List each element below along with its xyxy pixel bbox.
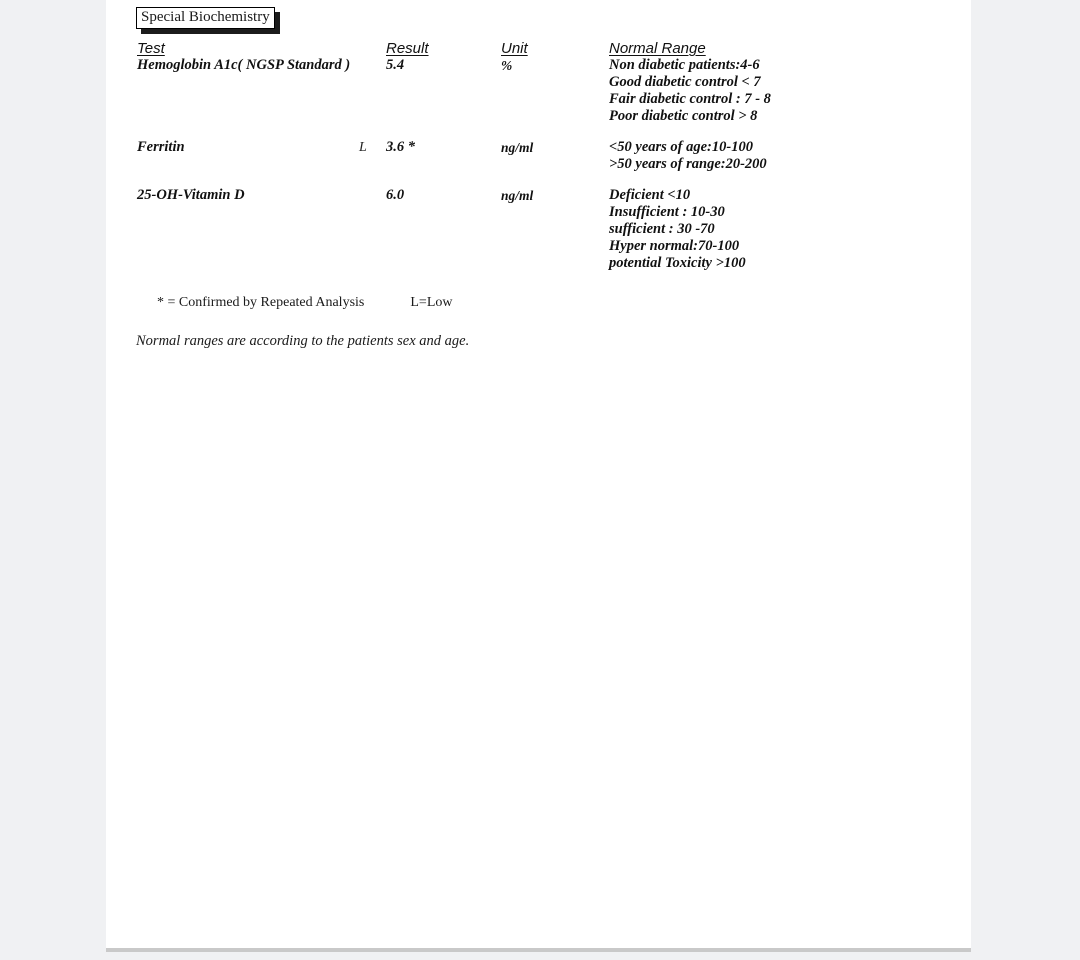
cell-result-value: 6.0	[386, 187, 405, 203]
cell-normal-range: Non diabetic patients:4-6 Good diabetic c…	[609, 57, 937, 125]
normal-range-line: Non diabetic patients:4-6	[609, 57, 760, 73]
cell-abnormal-flag	[359, 187, 386, 272]
cell-test-name: Hemoglobin A1c( NGSP Standard )	[137, 57, 351, 73]
row-spacer-cell	[137, 173, 937, 187]
footnote-asterisk-legend: * = Confirmed by Repeated Analysis	[157, 295, 365, 310]
table-row: 25-OH-Vitamin D 6.0 ng/ml Deficient <10 Insu…	[137, 187, 937, 272]
footnote-range-note: Normal ranges are according to the patie…	[136, 333, 470, 349]
column-header-test: Test	[137, 40, 165, 57]
section-title-container: Special Biochemistry	[136, 7, 280, 35]
column-header-normal-range: Normal Range	[609, 40, 706, 57]
footnote-low-legend: L=Low	[410, 295, 453, 310]
table-body: Hemoglobin A1c( NGSP Standard ) 5.4% Non d…	[137, 57, 937, 272]
cell-result-value: 5.4	[386, 57, 405, 73]
normal-range-line: Insufficient : 10-30	[609, 204, 725, 220]
cell-test-name: Ferritin	[137, 139, 185, 155]
cell-unit: %	[501, 58, 513, 73]
footnote-legend-line: * = Confirmed by Repeated Analysis L=Low	[136, 274, 469, 331]
report-page: Special Biochemistry Test Result Unit No…	[106, 0, 971, 952]
normal-range-line: sufficient : 30 -70	[609, 221, 715, 237]
normal-range-line: >50 years of range:20-200	[609, 156, 767, 172]
cell-result-value: 3.6 *	[386, 139, 415, 155]
normal-range-line: potential Toxicity >100	[609, 255, 746, 271]
cell-abnormal-flag	[359, 57, 386, 125]
cell-unit: ng/ml	[501, 140, 534, 155]
normal-range-line: Good diabetic control < 7	[609, 74, 761, 90]
normal-range-line: Fair diabetic control : 7 - 8	[609, 91, 771, 107]
row-spacer-cell	[137, 125, 937, 139]
section-title: Special Biochemistry	[136, 7, 275, 30]
normal-range-line: <50 years of age:10-100	[609, 139, 753, 155]
column-header-result: Result	[386, 40, 429, 57]
cell-normal-range: Deficient <10 Insufficient : 10-30 suffici…	[609, 187, 937, 272]
column-header-flag	[359, 40, 386, 57]
row-spacer	[137, 173, 937, 187]
footnotes: * = Confirmed by Repeated Analysis L=Low …	[136, 274, 469, 351]
cell-abnormal-flag: L	[359, 140, 367, 155]
cell-unit: ng/ml	[501, 188, 534, 203]
lab-results-table: Test Result Unit Normal Range Hemoglobin…	[137, 40, 937, 272]
row-spacer	[137, 125, 937, 139]
table-header-row: Test Result Unit Normal Range	[137, 40, 937, 57]
cell-test-name: 25-OH-Vitamin D	[137, 187, 245, 203]
cell-normal-range: <50 years of age:10-100 >50 years of rang…	[609, 139, 937, 173]
normal-range-line: Deficient <10	[609, 187, 691, 203]
column-header-unit: Unit	[501, 40, 528, 57]
table-row: Hemoglobin A1c( NGSP Standard ) 5.4% Non d…	[137, 57, 937, 125]
normal-range-line: Hyper normal:70-100	[609, 238, 740, 254]
normal-range-line: Poor diabetic control > 8	[609, 108, 758, 124]
table-row: Ferritin L 3.6 * ng/ml <50 years of age:10-1…	[137, 139, 937, 173]
